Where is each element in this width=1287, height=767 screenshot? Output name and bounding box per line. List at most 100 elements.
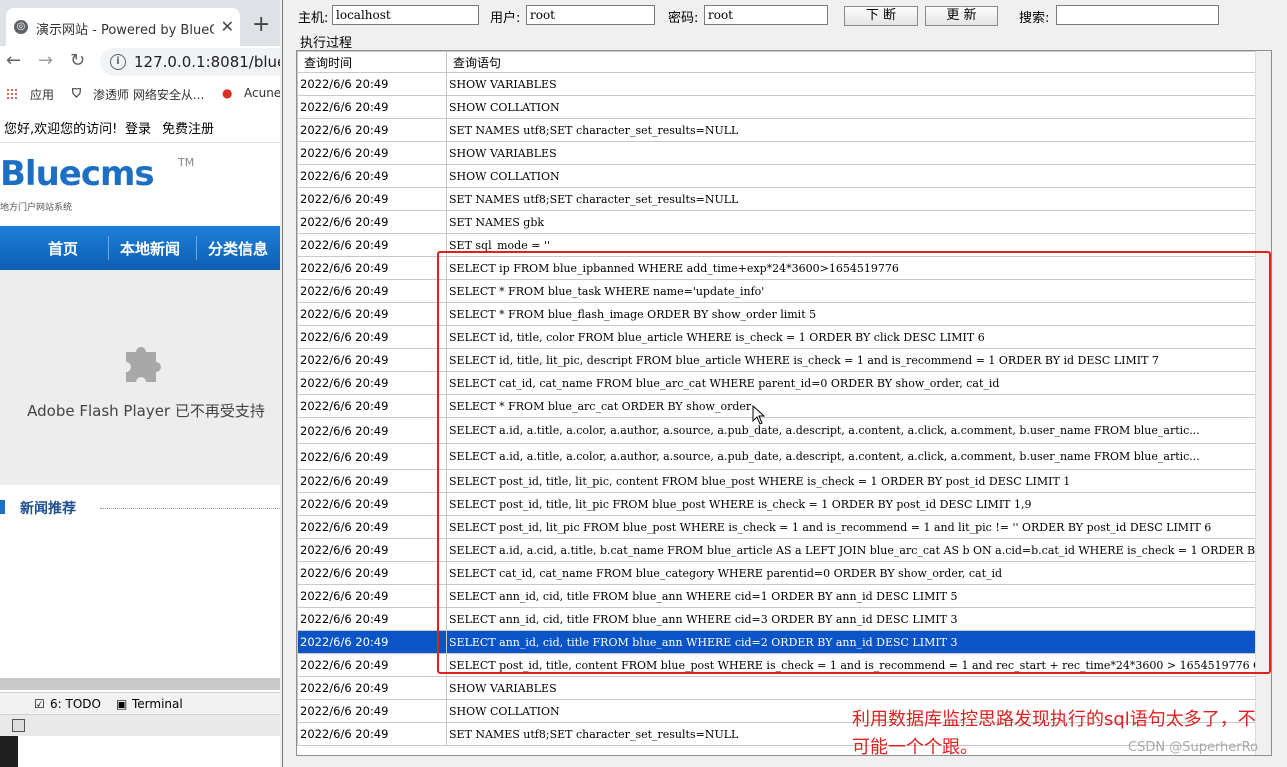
table-row[interactable]: 2022/6/6 20:49 SELECT post_id, title, lit… <box>297 492 1271 516</box>
cell-query-time: 2022/6/6 20:49 <box>297 118 447 142</box>
reload-icon[interactable]: ↻ <box>70 50 85 71</box>
bookmark-apps[interactable]: 应用 <box>30 86 54 103</box>
info-icon[interactable]: i <box>110 54 126 70</box>
host-field[interactable]: localhost <box>332 5 479 25</box>
table-row[interactable]: 2022/6/6 20:49 SHOW COLLATION <box>297 164 1271 188</box>
browser-window: ◎ 演示网站 - Powered by BlueCMS ✕ + ← → ↻ i … <box>0 0 280 767</box>
stop-button[interactable]: 下 断 <box>844 6 918 26</box>
cell-query-time: 2022/6/6 20:49 <box>297 256 447 280</box>
table-row[interactable]: 2022/6/6 20:49 SHOW VARIABLES <box>297 676 1271 700</box>
cell-query-statement: SELECT ann_id, cid, title FROM blue_ann … <box>446 584 1271 608</box>
navigation-bar: ← → ↻ i 127.0.0.1:8081/bluecms <box>0 46 280 78</box>
dark-strip <box>0 736 18 767</box>
table-row[interactable]: 2022/6/6 20:49 SELECT ann_id, cid, title … <box>297 607 1271 631</box>
cell-query-statement: SET NAMES utf8;SET character_set_results… <box>446 187 1271 211</box>
table-row[interactable]: 2022/6/6 20:49 SELECT post_id, title, lit… <box>297 469 1271 493</box>
table-row[interactable]: 2022/6/6 20:49 SELECT ann_id, cid, title … <box>297 584 1271 608</box>
search-label: 搜索: <box>1019 11 1050 26</box>
bookmark-pentest[interactable]: 渗透师 网络安全从... <box>93 86 204 103</box>
news-recommend-header: 新闻推荐 <box>0 498 280 518</box>
tab-strip: ◎ 演示网站 - Powered by BlueCMS ✕ + <box>0 0 280 46</box>
menu-classifieds[interactable]: 分类信息 <box>208 238 268 259</box>
acunetix-icon: ● <box>222 86 233 100</box>
register-link[interactable]: 免费注册 <box>162 118 214 137</box>
cell-query-time: 2022/6/6 20:49 <box>297 443 447 470</box>
horizontal-scrollbar[interactable] <box>0 678 280 690</box>
search-input[interactable] <box>1056 5 1219 25</box>
table-row[interactable]: 2022/6/6 20:49 SHOW COLLATION <box>297 95 1271 119</box>
cell-query-time: 2022/6/6 20:49 <box>297 187 447 211</box>
table-row[interactable]: 2022/6/6 20:49 SELECT cat_id, cat_name FR… <box>297 371 1271 395</box>
cell-query-statement: SELECT a.id, a.title, a.color, a.author,… <box>446 417 1271 444</box>
cell-query-statement: SHOW COLLATION <box>446 95 1271 119</box>
password-field[interactable]: root <box>704 5 828 25</box>
menu-divider <box>196 236 197 260</box>
table-row[interactable]: 2022/6/6 20:49 SELECT ann_id, cid, title … <box>297 630 1271 654</box>
cell-query-statement: SET NAMES gbk <box>446 210 1271 234</box>
cell-query-statement: SELECT ann_id, cid, title FROM blue_ann … <box>446 630 1271 654</box>
flash-placeholder: Adobe Flash Player 已不再受支持 <box>0 270 280 485</box>
table-row[interactable]: 2022/6/6 20:49 SELECT post_id, lit_pic FR… <box>297 515 1271 539</box>
table-row[interactable]: 2022/6/6 20:49 SELECT a.id, a.cid, a.titl… <box>297 538 1271 562</box>
table-row[interactable]: 2022/6/6 20:49 SELECT * FROM blue_arc_cat… <box>297 394 1271 418</box>
user-label: 用户: <box>490 11 521 26</box>
vertical-scrollbar[interactable] <box>1255 51 1271 755</box>
table-row[interactable]: 2022/6/6 20:49 SHOW VARIABLES <box>297 141 1271 165</box>
login-link[interactable]: 登录 <box>125 118 151 137</box>
table-row[interactable]: 2022/6/6 20:49 SELECT id, title, color FR… <box>297 325 1271 349</box>
menu-home[interactable]: 首页 <box>48 238 78 259</box>
welcome-text: 您好,欢迎您的访问! <box>4 122 118 137</box>
apps-icon[interactable] <box>6 88 18 100</box>
refresh-button[interactable]: 更 新 <box>925 6 998 26</box>
cell-query-statement: SELECT a.id, a.title, a.color, a.author,… <box>446 443 1271 470</box>
cell-query-statement: SELECT cat_id, cat_name FROM blue_arc_ca… <box>446 371 1271 395</box>
logo-trademark: TM <box>178 156 195 169</box>
globe-icon: ◎ <box>14 20 28 34</box>
browser-tab[interactable]: ◎ 演示网站 - Powered by BlueCMS ✕ <box>6 8 240 46</box>
cell-query-time: 2022/6/6 20:49 <box>297 164 447 188</box>
table-row[interactable]: 2022/6/6 20:49 SELECT post_id, title, con… <box>297 653 1271 677</box>
forward-icon[interactable]: → <box>38 50 53 71</box>
cell-query-time: 2022/6/6 20:49 <box>297 394 447 418</box>
cell-query-time: 2022/6/6 20:49 <box>297 371 447 395</box>
url-text[interactable]: 127.0.0.1:8081/bluecms <box>134 53 280 71</box>
close-icon[interactable]: ✕ <box>221 17 234 36</box>
table-row[interactable]: 2022/6/6 20:49 SELECT a.id, a.title, a.co… <box>297 443 1271 470</box>
todo-icon: ☑ <box>34 697 45 711</box>
table-row[interactable]: 2022/6/6 20:49 SELECT a.id, a.title, a.co… <box>297 417 1271 444</box>
new-tab-icon[interactable]: + <box>252 12 270 37</box>
table-row[interactable]: 2022/6/6 20:49 SET NAMES utf8;SET charact… <box>297 118 1271 142</box>
cell-query-time: 2022/6/6 20:49 <box>297 141 447 165</box>
cell-query-statement: SELECT id, title, color FROM blue_articl… <box>446 325 1271 349</box>
table-row[interactable]: 2022/6/6 20:49 SELECT cat_id, cat_name FR… <box>297 561 1271 585</box>
cell-query-statement: SELECT id, title, lit_pic, descript FROM… <box>446 348 1271 372</box>
mouse-cursor-icon <box>752 405 766 425</box>
table-row[interactable]: 2022/6/6 20:49 SET NAMES utf8;SET charact… <box>297 187 1271 211</box>
table-row[interactable]: 2022/6/6 20:49 SELECT * FROM blue_flash_i… <box>297 302 1271 326</box>
ide-todo-tab[interactable]: 6: TODO <box>50 697 101 711</box>
user-field[interactable]: root <box>526 5 655 25</box>
cell-query-time: 2022/6/6 20:49 <box>297 302 447 326</box>
layout-icon[interactable] <box>12 719 25 732</box>
welcome-bar: 您好,欢迎您的访问! 登录 免费注册 <box>0 112 280 143</box>
table-row[interactable]: 2022/6/6 20:49 SET NAMES gbk <box>297 210 1271 234</box>
cell-query-statement: SELECT post_id, title, lit_pic FROM blue… <box>446 492 1271 516</box>
table-row[interactable]: 2022/6/6 20:49 SET sql_mode = '' <box>297 233 1271 257</box>
cell-query-statement: SHOW VARIABLES <box>446 72 1271 96</box>
table-row[interactable]: 2022/6/6 20:49 SELECT ip FROM blue_ipbann… <box>297 256 1271 280</box>
table-row[interactable]: 2022/6/6 20:49 SELECT id, title, lit_pic,… <box>297 348 1271 372</box>
site-logo[interactable]: Bluecms <box>0 154 155 194</box>
cell-query-statement: SET NAMES utf8;SET character_set_results… <box>446 118 1271 142</box>
execution-label: 执行过程 <box>300 36 353 51</box>
column-header-query[interactable]: 查询语句 <box>446 51 1271 73</box>
bookmark-acunetix[interactable]: Acunetix <box>244 86 280 100</box>
menu-local-news[interactable]: 本地新闻 <box>120 238 180 259</box>
table-row[interactable]: 2022/6/6 20:49 SHOW VARIABLES <box>297 72 1271 96</box>
ide-terminal-tab[interactable]: Terminal <box>132 697 183 711</box>
cell-query-statement: SELECT ip FROM blue_ipbanned WHERE add_t… <box>446 256 1271 280</box>
mysql-monitor-window: 主机: localhost 用户: root 密码: root 下 断 更 新 … <box>282 0 1287 767</box>
column-header-time[interactable]: 查询时间 <box>297 51 447 73</box>
address-bar[interactable]: i 127.0.0.1:8081/bluecms <box>100 48 280 76</box>
table-row[interactable]: 2022/6/6 20:49 SELECT * FROM blue_task WH… <box>297 279 1271 303</box>
back-icon[interactable]: ← <box>6 50 21 71</box>
